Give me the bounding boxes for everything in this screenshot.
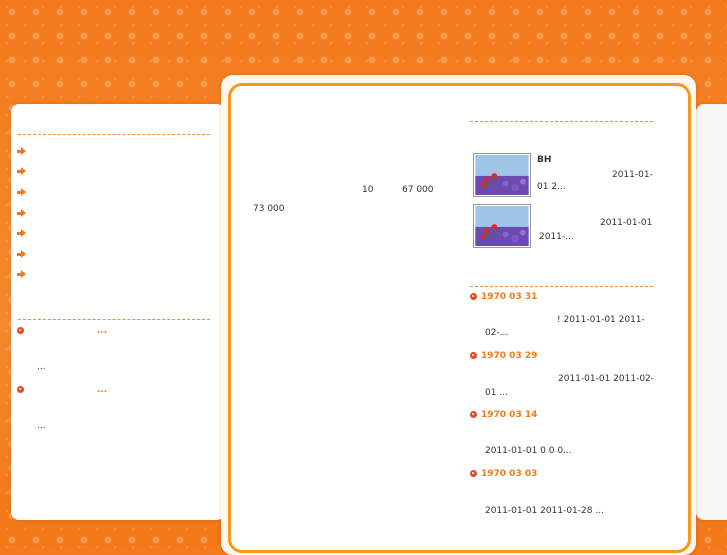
news-snippet: 01 ... [485, 388, 508, 398]
main-text-amount: 67 000 [402, 185, 434, 195]
main-text-amount: 73 000 [253, 204, 285, 214]
sidebar-menu-item[interactable] [17, 244, 26, 265]
arrow-right-icon [17, 270, 26, 279]
sidebar-menu-item[interactable] [17, 203, 26, 224]
bullet-arrow-icon [470, 411, 477, 418]
news-divider [470, 286, 653, 287]
bullet-arrow-icon [17, 327, 24, 334]
gallery-divider [470, 121, 653, 122]
sidebar-menu-item[interactable] [17, 162, 26, 183]
arrow-right-icon [17, 208, 26, 218]
gallery-thumbnail[interactable] [473, 153, 531, 197]
news-date[interactable]: 1970 03 14 [481, 410, 537, 420]
news-snippet: ! 2011-01-01 2011- [557, 315, 645, 325]
sidebar-news-snippet: ... [37, 421, 46, 431]
bullet-arrow-icon [470, 470, 477, 477]
sidebar-news-item[interactable]: ... [17, 385, 107, 395]
arrow-right-icon [17, 229, 26, 238]
sidebar-menu-item[interactable] [17, 141, 26, 162]
gallery-thumbnail[interactable] [473, 204, 531, 248]
flower-image-icon [475, 155, 529, 195]
arrow-right-icon [17, 187, 26, 197]
sidebar-divider [18, 319, 210, 320]
sidebar-divider [18, 134, 210, 135]
gallery-meta: 01 2... [537, 182, 566, 192]
news-date[interactable]: 1970 03 29 [481, 351, 537, 361]
sidebar-menu-item[interactable] [17, 182, 26, 203]
news-snippet: 2011-01-01 2011-02- [558, 374, 655, 384]
gallery-meta: 2011-... [539, 232, 574, 242]
sidebar-news-item[interactable]: ... [17, 326, 107, 336]
main-text-number: 10 [362, 185, 374, 195]
sidebar-news-title[interactable]: ... [97, 385, 107, 395]
flower-image-icon [475, 206, 529, 246]
news-snippet: 02-... [485, 328, 509, 338]
sidebar-news-title[interactable]: ... [97, 326, 107, 336]
bullet-arrow-icon [17, 386, 24, 393]
arrow-right-icon [17, 249, 26, 259]
arrow-right-icon [17, 146, 26, 156]
sidebar-menu-item[interactable] [17, 223, 26, 244]
news-date[interactable]: 1970 03 03 [481, 469, 537, 479]
arrow-right-icon [17, 167, 26, 176]
sidebar-menu [17, 141, 26, 285]
sidebar-menu-item[interactable] [17, 265, 26, 286]
bullet-arrow-icon [470, 293, 477, 300]
sidebar-news-snippet: ... [37, 362, 46, 372]
right-panel-edge [696, 104, 727, 520]
gallery-date: 2011-01-01 [600, 218, 653, 228]
gallery-date: 2011-01- [612, 170, 653, 180]
bullet-arrow-icon [470, 352, 477, 359]
left-sidebar: ... ... ... ... [11, 104, 225, 520]
news-snippet: 2011-01-01 2011-01-28 ... [485, 506, 604, 516]
news-snippet: 2011-01-01 0 0 0... [485, 446, 572, 456]
gallery-title[interactable]: BH [537, 155, 551, 165]
news-date[interactable]: 1970 03 31 [481, 292, 537, 302]
